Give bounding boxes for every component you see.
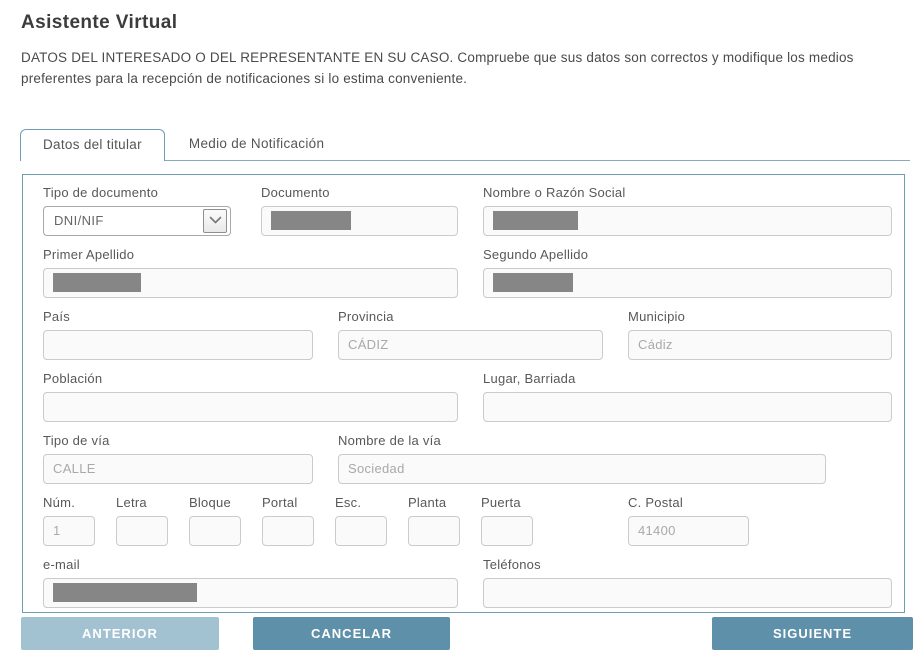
asistente-virtual-page: Asistente Virtual DATOS DEL INTERESADO O… <box>0 0 924 613</box>
tipo-documento-select[interactable]: DNI/NIF <box>43 206 231 236</box>
provincia-field[interactable] <box>338 330 603 360</box>
letra-label: Letra <box>116 495 168 511</box>
bloque-label: Bloque <box>189 495 241 511</box>
email-label: e-mail <box>43 557 458 573</box>
lugar-barriada-field[interactable] <box>483 392 892 422</box>
portal-label: Portal <box>262 495 314 511</box>
form-panel: Tipo de documento DNI/NIF Documento Nomb… <box>22 174 905 613</box>
tipo-via-field[interactable] <box>43 454 313 484</box>
cancelar-button[interactable]: CANCELAR <box>253 617 450 650</box>
anterior-button[interactable]: ANTERIOR <box>21 617 219 650</box>
redaction-block <box>493 211 578 230</box>
nombre-via-label: Nombre de la vía <box>338 433 826 449</box>
redaction-block <box>53 583 197 602</box>
form-row-5: Tipo de vía Nombre de la vía <box>43 433 892 484</box>
form-row-3: País Provincia Municipio <box>43 309 892 360</box>
esc-field[interactable] <box>335 516 387 546</box>
documento-label: Documento <box>261 185 458 201</box>
num-label: Núm. <box>43 495 95 511</box>
primer-apellido-field[interactable] <box>43 268 458 298</box>
esc-label: Esc. <box>335 495 387 511</box>
form-row-2: Primer Apellido Segundo Apellido <box>43 247 892 298</box>
tab-medio-de-notificacion[interactable]: Medio de Notificación <box>165 129 348 160</box>
nombre-razon-social-field[interactable] <box>483 206 892 236</box>
pais-field[interactable] <box>43 330 313 360</box>
c-postal-label: C. Postal <box>628 495 749 511</box>
provincia-label: Provincia <box>338 309 603 325</box>
form-row-7: e-mail Teléfonos <box>43 557 892 608</box>
portal-field[interactable] <box>262 516 314 546</box>
telefonos-field[interactable] <box>483 578 892 608</box>
planta-label: Planta <box>408 495 460 511</box>
num-field[interactable] <box>43 516 95 546</box>
bloque-field[interactable] <box>189 516 241 546</box>
redaction-block <box>493 273 573 292</box>
segundo-apellido-label: Segundo Apellido <box>483 247 892 263</box>
tab-bar: Datos del titular Medio de Notificación <box>20 130 910 161</box>
letra-field[interactable] <box>116 516 168 546</box>
redaction-block <box>53 273 141 292</box>
page-description: DATOS DEL INTERESADO O DEL REPRESENTANTE… <box>21 48 912 90</box>
tipo-documento-value: DNI/NIF <box>54 213 104 228</box>
nombre-via-field[interactable] <box>338 454 826 484</box>
municipio-label: Municipio <box>628 309 892 325</box>
tipo-via-label: Tipo de vía <box>43 433 313 449</box>
page-title: Asistente Virtual <box>21 12 924 34</box>
telefonos-label: Teléfonos <box>483 557 892 573</box>
form-row-6: Núm. Letra Bloque Portal Esc. Planta <box>43 495 892 546</box>
nombre-razon-social-label: Nombre o Razón Social <box>483 185 892 201</box>
pais-label: País <box>43 309 313 325</box>
redaction-block <box>271 211 351 230</box>
poblacion-label: Población <box>43 371 458 387</box>
primer-apellido-label: Primer Apellido <box>43 247 458 263</box>
puerta-field[interactable] <box>481 516 533 546</box>
email-field[interactable] <box>43 578 458 608</box>
form-row-4: Población Lugar, Barriada <box>43 371 892 422</box>
chevron-down-icon[interactable] <box>203 209 227 233</box>
form-row-1: Tipo de documento DNI/NIF Documento Nomb… <box>43 185 892 236</box>
planta-field[interactable] <box>408 516 460 546</box>
documento-field[interactable] <box>261 206 458 236</box>
poblacion-field[interactable] <box>43 392 458 422</box>
c-postal-field[interactable] <box>628 516 749 546</box>
municipio-field[interactable] <box>628 330 892 360</box>
siguiente-button[interactable]: SIGUIENTE <box>712 617 913 650</box>
puerta-label: Puerta <box>481 495 533 511</box>
segundo-apellido-field[interactable] <box>483 268 892 298</box>
lugar-barriada-label: Lugar, Barriada <box>483 371 892 387</box>
tab-datos-del-titular[interactable]: Datos del titular <box>20 129 165 161</box>
tipo-documento-label: Tipo de documento <box>43 185 231 201</box>
